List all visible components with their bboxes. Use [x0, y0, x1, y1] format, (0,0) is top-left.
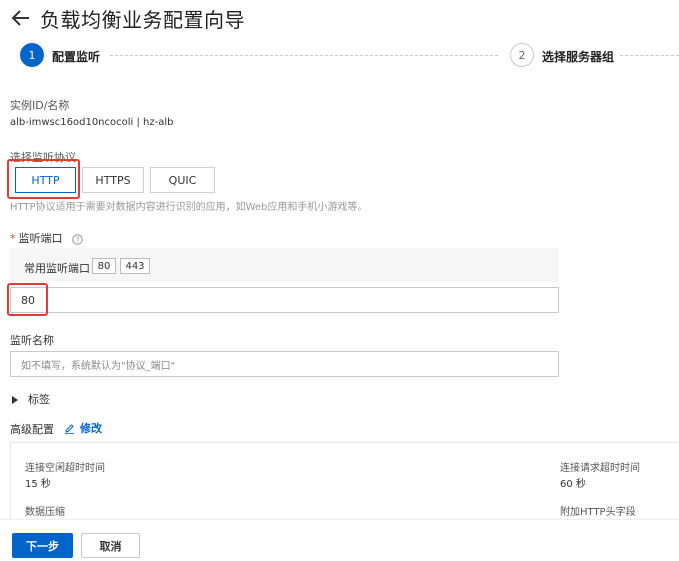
tags-toggle[interactable]: 标签: [12, 391, 50, 407]
advanced-edit-link[interactable]: 修改: [64, 420, 102, 436]
step-divider: [110, 55, 498, 56]
listener-name-label: 监听名称: [10, 334, 54, 347]
edit-label: 修改: [80, 422, 102, 435]
step-1-indicator: 1: [20, 43, 44, 67]
step-1-label: 配置监听: [52, 50, 101, 64]
step-divider-end: [620, 55, 679, 56]
advanced-label: 高级配置: [10, 423, 54, 436]
caret-right-icon: [12, 396, 18, 404]
highlight-box-protocol: [7, 159, 80, 199]
idle-timeout-label: 连接空闲超时时间: [25, 463, 105, 474]
page-title: 负载均衡业务配置向导: [40, 7, 245, 32]
footer-bar: 下一步 取消: [0, 519, 679, 561]
cancel-button[interactable]: 取消: [81, 533, 140, 558]
protocol-quic-button[interactable]: QUIC: [150, 167, 215, 193]
http-header-label: 附加HTTP头字段: [560, 507, 636, 518]
listener-name-input[interactable]: 如不填写，系统默认为"协议_端口": [10, 351, 559, 377]
step-2-label: 选择服务器组: [542, 50, 615, 64]
compression-label: 数据压缩: [25, 507, 65, 518]
advanced-config-panel: 连接空闲超时时间 15 秒 连接请求超时时间 60 秒 数据压缩 附加HTTP头…: [10, 442, 679, 519]
common-ports-label: 常用监听端口：: [24, 262, 101, 275]
svg-text:?: ?: [76, 235, 80, 244]
port-chip-443[interactable]: 443: [120, 258, 150, 274]
step-2-indicator: 2: [510, 43, 534, 67]
port-label: 监听端口: [18, 232, 63, 245]
wizard-steps: 1 配置监听 2 选择服务器组: [0, 42, 679, 68]
port-chip-80[interactable]: 80: [92, 258, 116, 274]
highlight-box-port: [7, 283, 48, 316]
idle-timeout-value: 15 秒: [25, 479, 51, 490]
port-label-row: * 监听端口 ?: [10, 230, 83, 246]
instance-label: 实例ID/名称: [10, 99, 70, 112]
next-button[interactable]: 下一步: [12, 533, 73, 558]
tags-label: 标签: [28, 393, 50, 406]
pencil-icon: [65, 423, 74, 434]
protocol-https-button[interactable]: HTTPS: [82, 167, 144, 193]
arrow-left-icon[interactable]: [10, 7, 32, 29]
protocol-hint: HTTP协议适用于需要对数据内容进行识别的应用，如Web应用和手机小游戏等。: [10, 202, 368, 213]
request-timeout-label: 连接请求超时时间: [560, 463, 640, 474]
help-icon[interactable]: ?: [72, 233, 83, 245]
request-timeout-value: 60 秒: [560, 479, 586, 490]
page-header: 负载均衡业务配置向导: [10, 4, 245, 32]
required-marker: *: [10, 232, 16, 245]
common-ports-panel: 常用监听端口： 80 443: [10, 248, 559, 282]
port-input[interactable]: 80: [10, 287, 559, 313]
instance-value: alb-imwsc16od10ncocoli | hz-alb: [10, 117, 174, 128]
